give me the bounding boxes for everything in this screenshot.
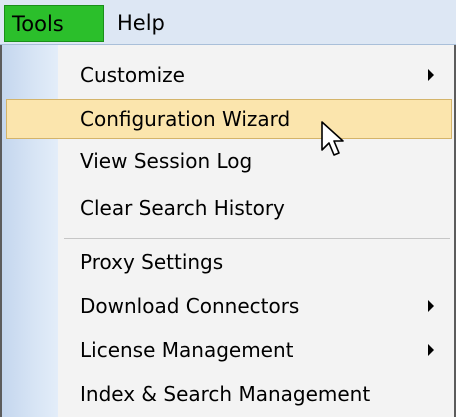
menu-item-customize[interactable]: Customize bbox=[6, 55, 452, 95]
menu-item-proxy-settings[interactable]: Proxy Settings bbox=[6, 242, 452, 282]
chevron-right-icon bbox=[428, 300, 434, 312]
menu-item-view-session-log[interactable]: View Session Log bbox=[6, 141, 452, 181]
menu-separator bbox=[64, 238, 450, 239]
mouse-pointer-icon bbox=[321, 121, 344, 156]
menu-item-label: License Management bbox=[80, 338, 294, 362]
menu-tools[interactable]: Tools bbox=[4, 5, 104, 42]
menu-item-label: Proxy Settings bbox=[80, 250, 224, 274]
menu-item-label: Clear Search History bbox=[80, 196, 285, 220]
menu-item-download-connectors[interactable]: Download Connectors bbox=[6, 286, 452, 326]
menu-item-configuration-wizard[interactable]: Configuration Wizard bbox=[6, 99, 452, 139]
chevron-right-icon bbox=[428, 69, 434, 81]
menu-item-clear-search-history[interactable]: Clear Search History bbox=[6, 188, 452, 228]
menu-item-label: Configuration Wizard bbox=[80, 107, 291, 131]
menu-item-label: View Session Log bbox=[80, 149, 253, 173]
menu-help[interactable]: Help bbox=[117, 5, 187, 42]
menu-item-license-management[interactable]: License Management bbox=[6, 330, 452, 370]
menu-item-label: Customize bbox=[80, 63, 185, 87]
tools-dropdown-menu: Customize Configuration Wizard View Sess… bbox=[0, 45, 456, 417]
chevron-right-icon bbox=[428, 344, 434, 356]
menu-bar: Tools Help bbox=[0, 0, 456, 45]
menu-item-index-search-management[interactable]: Index & Search Management bbox=[6, 374, 452, 414]
menu-item-label: Index & Search Management bbox=[80, 382, 371, 406]
menu-item-label: Download Connectors bbox=[80, 294, 300, 318]
